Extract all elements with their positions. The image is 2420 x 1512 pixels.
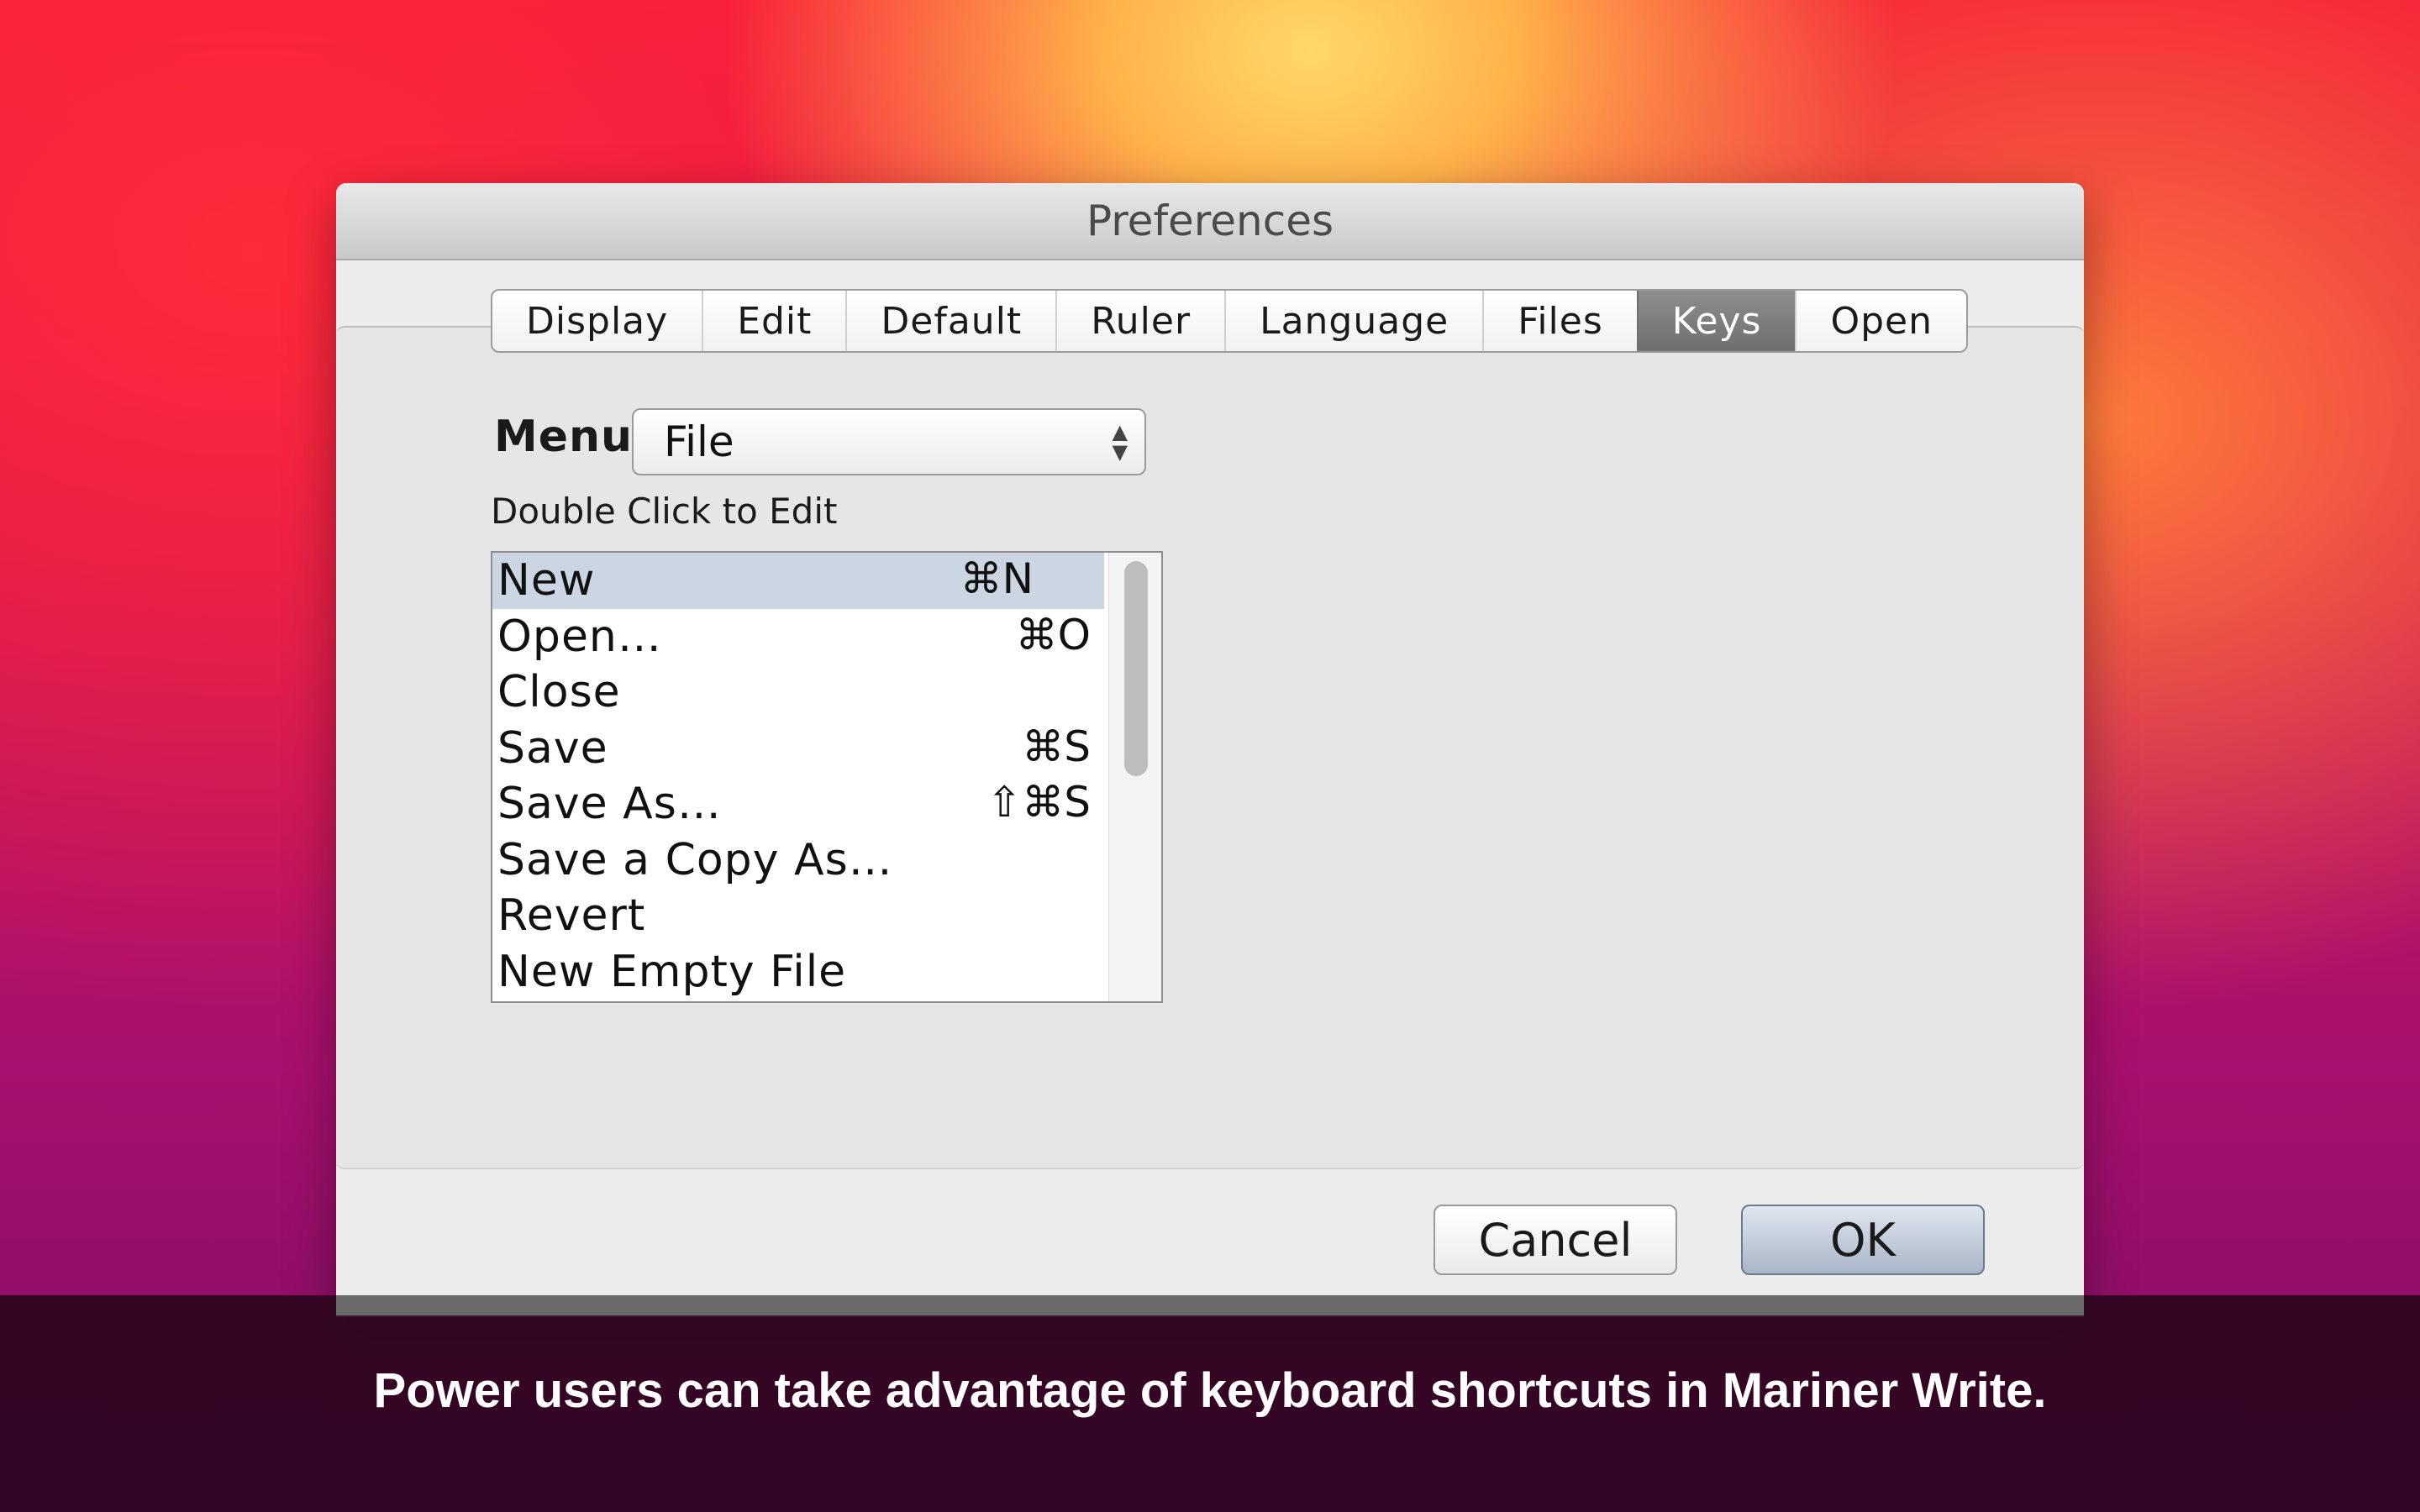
tab-open[interactable]: Open: [1795, 291, 1966, 351]
item-shortcut: ⌘S: [1022, 722, 1091, 771]
item-label: Save: [497, 722, 608, 774]
ok-button[interactable]: OK: [1741, 1205, 1985, 1275]
list-item-new[interactable]: New ⌘N: [492, 553, 1104, 609]
menu-label: Menu:: [494, 412, 651, 462]
item-label: Revert: [497, 890, 646, 942]
up-down-arrows-icon: ▲ ▼: [1112, 420, 1128, 464]
item-label: Save a Copy As…: [497, 834, 893, 885]
preferences-window: Preferences Display Edit Default Ruler L…: [336, 183, 2084, 1317]
window-bottom-edge: [336, 1295, 2084, 1315]
item-shortcut: ⇧⌘S: [986, 778, 1091, 827]
item-shortcut: ⌘O: [1015, 610, 1091, 659]
list-item-open[interactable]: Open… ⌘O: [492, 609, 1161, 665]
item-label: New Empty File: [497, 946, 847, 997]
tab-language[interactable]: Language: [1224, 291, 1482, 351]
window-title: Preferences: [1086, 197, 1334, 245]
list-item-save-copy-as[interactable]: Save a Copy As…: [492, 832, 1161, 889]
tab-files[interactable]: Files: [1482, 291, 1637, 351]
item-label: New: [497, 555, 596, 606]
marketing-caption: Power users can take advantage of keyboa…: [373, 1363, 2047, 1418]
menu-popup-button[interactable]: File ▲ ▼: [632, 408, 1146, 475]
tab-keys[interactable]: Keys: [1636, 291, 1796, 351]
tab-ruler[interactable]: Ruler: [1055, 291, 1224, 351]
title-bar[interactable]: Preferences: [336, 183, 2084, 260]
menu-selected-value: File: [664, 417, 734, 466]
item-shortcut: ⌘N: [960, 554, 1034, 603]
edit-hint: Double Click to Edit: [491, 491, 838, 532]
list-item-revert[interactable]: Revert: [492, 888, 1161, 944]
tab-bar: Display Edit Default Ruler Language File…: [491, 289, 1969, 353]
list-item-close[interactable]: Close: [492, 664, 1161, 721]
scrollbar-thumb[interactable]: [1124, 561, 1148, 776]
list-item-save-as[interactable]: Save As… ⇧⌘S: [492, 776, 1161, 832]
shortcut-list[interactable]: New ⌘N Open… ⌘O Close Save ⌘S Save As… ⇧…: [491, 551, 1163, 1003]
tab-edit[interactable]: Edit: [702, 291, 845, 351]
cancel-button[interactable]: Cancel: [1434, 1205, 1677, 1275]
caption-band: Power users can take advantage of keyboa…: [0, 1295, 2420, 1512]
item-label: Close: [497, 667, 621, 718]
scrollbar[interactable]: [1108, 553, 1161, 1001]
list-item-new-empty-file[interactable]: New Empty File: [492, 944, 1161, 1000]
tab-default[interactable]: Default: [845, 291, 1055, 351]
item-label: Save As…: [497, 779, 722, 830]
list-item-save[interactable]: Save ⌘S: [492, 721, 1161, 777]
tab-display[interactable]: Display: [492, 291, 702, 351]
item-label: Open…: [497, 611, 662, 662]
